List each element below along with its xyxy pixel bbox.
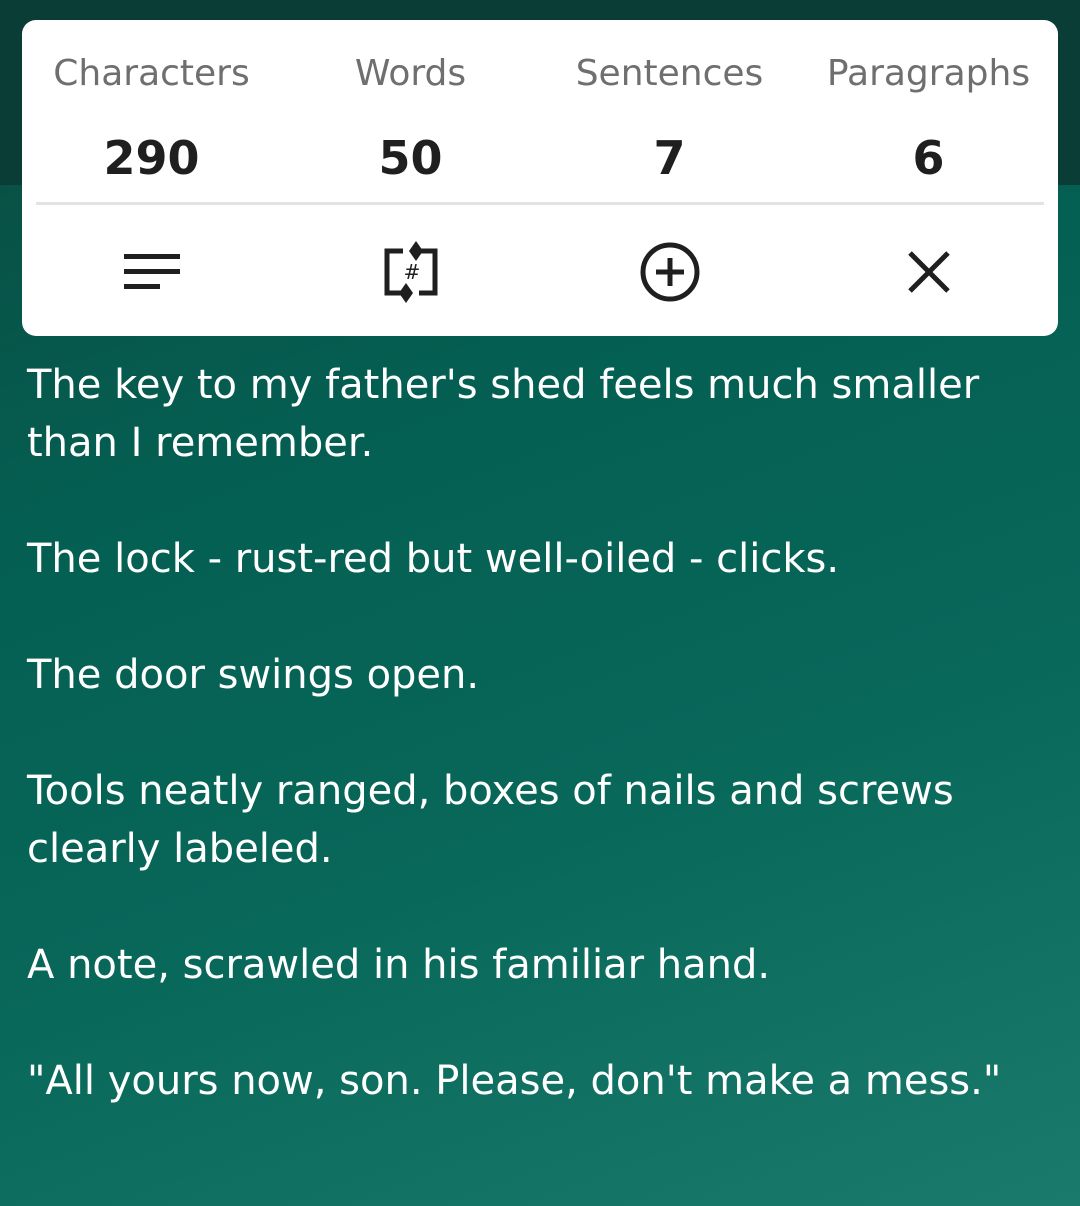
count-toggle-button[interactable]: # [281, 236, 540, 308]
sentences-label: Sentences [575, 53, 764, 94]
text-align-button[interactable] [22, 236, 281, 308]
add-circle-icon [640, 242, 699, 302]
close-button[interactable] [799, 236, 1058, 308]
close-icon [907, 251, 950, 293]
stat-values-row: 290 50 7 6 [22, 128, 1058, 188]
words-count: 50 [378, 131, 443, 185]
story-paragraph: A note, scrawled in his familiar hand. [27, 942, 771, 988]
text-align-icon [123, 254, 180, 289]
story-paragraph: "All yours now, son. Please, don't make … [27, 1058, 1002, 1104]
add-button[interactable] [540, 236, 799, 308]
stat-labels-row: Characters Words Sentences Paragraphs [22, 50, 1058, 98]
count-toggle-icon: # [384, 241, 437, 303]
toolbar: # [22, 236, 1058, 308]
story-paragraph: The lock - rust-red but well-oiled - cli… [27, 536, 840, 582]
words-label: Words [354, 53, 467, 94]
characters-label: Characters [53, 53, 250, 94]
stats-card: Characters Words Sentences Paragraphs 29… [22, 20, 1058, 336]
paragraphs-label: Paragraphs [826, 53, 1031, 94]
svg-text:#: # [403, 260, 420, 284]
paragraphs-count: 6 [912, 131, 945, 185]
story-paragraph: Tools neatly ranged, boxes of nails and … [27, 768, 954, 872]
characters-count: 290 [103, 131, 200, 185]
story-paragraph: The door swings open. [27, 652, 480, 698]
story-paragraph: The key to my father's shed feels much s… [27, 362, 980, 466]
card-divider [36, 202, 1044, 205]
story-text[interactable]: The key to my father's shed feels much s… [27, 356, 1057, 1168]
sentences-count: 7 [653, 131, 686, 185]
